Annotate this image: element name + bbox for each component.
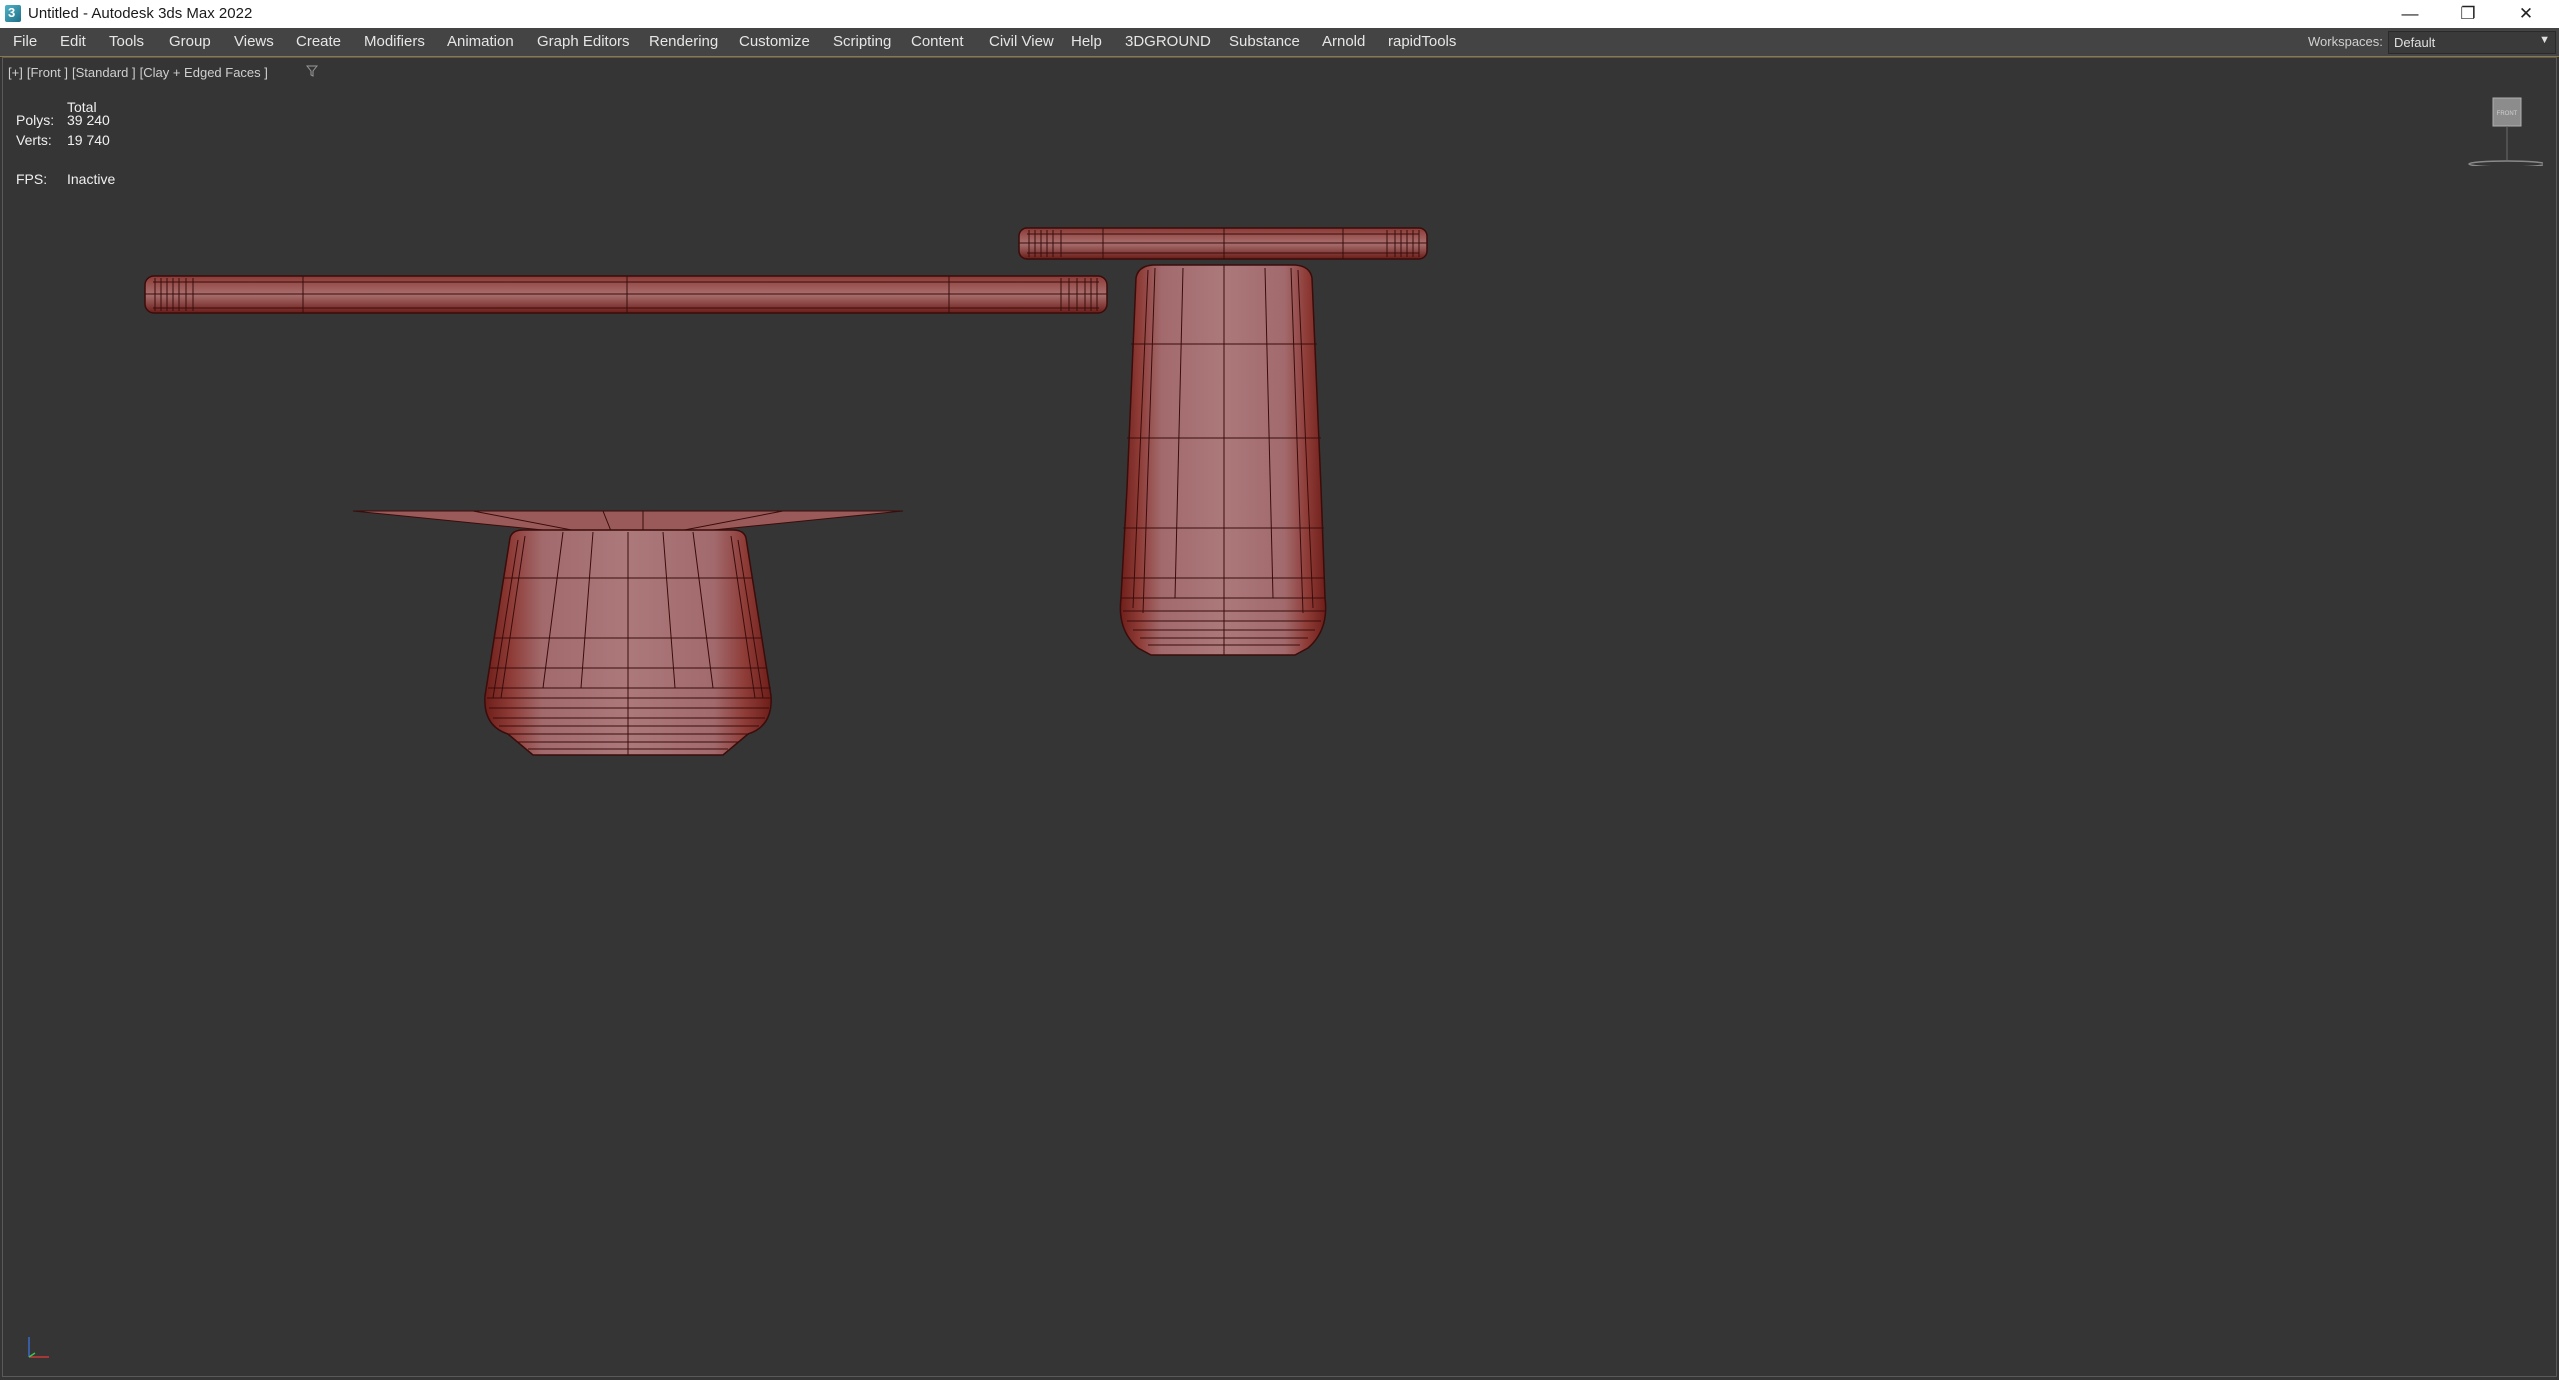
left-table-mesh[interactable]	[144, 275, 1108, 756]
viewport-label[interactable]: [+] [Front ] [Standard ] [Clay + Edged Face…	[8, 65, 272, 80]
close-button[interactable]: ✕	[2496, 0, 2556, 28]
menu-help[interactable]: Help	[1071, 33, 1102, 50]
viewcube-icon[interactable]: FRONT	[2463, 96, 2543, 166]
menu-rendering[interactable]: Rendering	[649, 33, 718, 50]
menu-file[interactable]: File	[13, 33, 37, 50]
workspaces-dropdown[interactable]: Default ▼	[2388, 31, 2556, 54]
polys-label: Polys:	[16, 112, 55, 128]
menu-rapidtools[interactable]: rapidTools	[1388, 33, 1456, 50]
verts-value: 19 740	[67, 132, 110, 148]
menu-group[interactable]: Group	[169, 33, 211, 50]
menu-animation[interactable]: Animation	[447, 33, 514, 50]
viewport-style-label[interactable]: [Clay + Edged Faces ]	[140, 65, 268, 80]
filter-icon[interactable]	[306, 65, 318, 77]
window-title: Untitled - Autodesk 3ds Max 2022	[28, 5, 253, 22]
polys-value: 39 240	[67, 112, 110, 128]
fps-label: FPS:	[16, 171, 48, 187]
axis-tripod-icon	[28, 1337, 49, 1358]
menu-content[interactable]: Content	[911, 33, 964, 50]
minimize-button[interactable]: —	[2380, 0, 2440, 28]
menu-arnold[interactable]: Arnold	[1322, 33, 1365, 50]
verts-label: Verts:	[16, 132, 52, 148]
menu-customize[interactable]: Customize	[739, 33, 810, 50]
viewport-shading-label[interactable]: [Standard ]	[72, 65, 136, 80]
title-bar: 3 Untitled - Autodesk 3ds Max 2022 — ❐ ✕	[0, 0, 2559, 28]
menu-edit[interactable]: Edit	[60, 33, 86, 50]
chevron-down-icon: ▼	[2539, 34, 2550, 46]
right-table-base	[1119, 264, 1327, 656]
menu-tools[interactable]: Tools	[109, 33, 144, 50]
menu-modifiers[interactable]: Modifiers	[364, 33, 425, 50]
fps-value: Inactive	[67, 171, 116, 187]
menu-3dground[interactable]: 3DGROUND	[1125, 33, 1211, 50]
viewport-menu-button[interactable]: [+]	[8, 65, 23, 80]
menu-civil-view[interactable]: Civil View	[989, 33, 1054, 50]
menu-scripting[interactable]: Scripting	[833, 33, 891, 50]
viewcube-face-label: FRONT	[2497, 111, 2518, 117]
menu-bar: File Edit Tools Group Views Create Modif…	[0, 28, 2559, 57]
menu-substance[interactable]: Substance	[1229, 33, 1300, 50]
workspaces-value: Default	[2394, 35, 2436, 50]
menu-graph-editors[interactable]: Graph Editors	[537, 33, 630, 50]
restore-button[interactable]: ❐	[2438, 0, 2498, 28]
viewport-view-label[interactable]: [Front ]	[27, 65, 68, 80]
scene-canvas	[144, 227, 1428, 756]
front-viewport[interactable]: [+] [Front ] [Standard ] [Clay + Edged Face…	[2, 57, 2557, 1377]
menu-views[interactable]: Views	[234, 33, 274, 50]
menu-create[interactable]: Create	[296, 33, 341, 50]
workspaces-label: Workspaces:	[2308, 34, 2383, 49]
app-icon[interactable]: 3	[5, 5, 21, 22]
